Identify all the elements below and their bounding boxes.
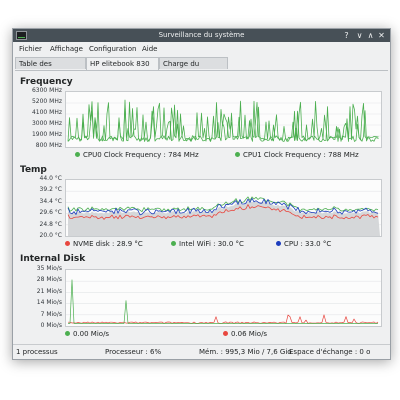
temp-legend-wifi: Intel WiFi : 30.0 °C [171, 240, 244, 248]
disk-ytick: 21 Mio/s [36, 288, 62, 295]
legend-label: CPU : 33.0 °C [284, 240, 332, 248]
frequency-ytick: 4100 MHz [31, 109, 62, 116]
disk-read-trace [68, 279, 378, 324]
close-button[interactable]: ✕ [376, 30, 387, 41]
frequency-ytick: 3000 MHz [31, 120, 62, 127]
legend-dot [276, 241, 281, 246]
menu-bar: Fichier Affichage Configuration Aide [13, 43, 390, 56]
temp-ytick: 34.4 °C [39, 198, 62, 205]
disk-plot [65, 269, 382, 327]
maximize-button[interactable]: ∧ [365, 30, 376, 41]
legend-dot [171, 241, 176, 246]
disk-ytick: 28 Mio/s [36, 276, 62, 283]
temp-legend-nvme: NVME disk : 28.9 °C [65, 240, 143, 248]
menu-configuration[interactable]: Configuration [89, 45, 136, 53]
disk-ytick: 7 Mio/s [40, 311, 62, 318]
temp-area-fill [68, 201, 380, 236]
plot-canvas [66, 279, 381, 324]
frequency-legend-cpu1: CPU1 Clock Frequency : 788 MHz [235, 151, 359, 159]
legend-dot [65, 241, 70, 246]
minimize-button[interactable]: ∨ [354, 30, 365, 41]
title-bar[interactable]: Surveillance du système ? ∨ ∧ ✕ [13, 29, 390, 42]
temp-ytick: 20.0 °C [39, 232, 62, 239]
legend-dot [223, 331, 228, 336]
help-button[interactable]: ? [341, 30, 352, 41]
frequency-ytick: 6300 MHz [31, 87, 62, 94]
frequency-legend-cpu0: CPU0 Clock Frequency : 784 MHz [75, 151, 199, 159]
legend-label: 0.06 Mio/s [231, 330, 268, 338]
temp-ytick: 44.0 °C [39, 175, 62, 182]
temp-ytick: 24.8 °C [39, 221, 62, 228]
frequency-plot [65, 91, 382, 148]
legend-label: CPU1 Clock Frequency : 788 MHz [243, 151, 359, 159]
legend-label: NVME disk : 28.9 °C [73, 240, 143, 248]
temp-plot [65, 179, 382, 237]
disk-ytick: 0 Mio/s [40, 322, 62, 329]
legend-dot [235, 152, 240, 157]
plot-canvas [66, 190, 381, 236]
legend-label: Intel WiFi : 30.0 °C [179, 240, 244, 248]
tab-process-table[interactable]: Table des processus [15, 57, 86, 80]
tab-system-load[interactable]: Charge du système [159, 57, 228, 80]
cpu1-frequency-trace [67, 100, 379, 142]
disk-legend-read: 0.00 Mio/s [65, 330, 109, 338]
temp-title: Temp [20, 165, 47, 175]
system-monitor-window: Surveillance du système ? ∨ ∧ ✕ Fichier … [12, 28, 391, 360]
status-swap: Espace d'échange : 0 o [289, 348, 371, 356]
status-cpu: Processeur : 6% [105, 348, 162, 356]
tab-hp-elitebook[interactable]: HP elitebook 830 G6 [86, 57, 159, 80]
temp-legend-cpu: CPU : 33.0 °C [276, 240, 331, 248]
status-memory: Mém. : 995,3 Mio / 7,6 Gio [199, 348, 292, 356]
frequency-title: Frequency [20, 77, 73, 87]
disk-write-trace [68, 314, 379, 324]
legend-dot [75, 152, 80, 157]
status-processes: 1 processus [16, 348, 58, 356]
disk-legend-write: 0.06 Mio/s [223, 330, 267, 338]
status-bar: 1 processus Processeur : 6% Mém. : 995,3… [13, 344, 390, 359]
plot-canvas [66, 99, 381, 142]
window-title: Surveillance du système [158, 31, 245, 39]
disk-ytick: 35 Mio/s [36, 265, 62, 272]
frequency-ytick: 5200 MHz [31, 98, 62, 105]
menu-fichier[interactable]: Fichier [19, 45, 42, 53]
disk-ytick: 14 Mio/s [36, 299, 62, 306]
temp-ytick: 29.6 °C [39, 209, 62, 216]
disk-title: Internal Disk [20, 254, 86, 264]
frequency-ytick: 800 MHz [35, 142, 62, 149]
legend-label: CPU0 Clock Frequency : 784 MHz [83, 151, 199, 159]
menu-aide[interactable]: Aide [142, 45, 157, 53]
legend-dot [65, 331, 70, 336]
menu-affichage[interactable]: Affichage [50, 45, 83, 53]
sensors-panel: Frequency 6300 MHz 5200 MHz 4100 MHz 300… [15, 70, 388, 347]
tab-bar: Table des processus HP elitebook 830 G6 … [15, 57, 388, 80]
frequency-ytick: 1900 MHz [31, 131, 62, 138]
temp-ytick: 39.2 °C [39, 186, 62, 193]
legend-label: 0.00 Mio/s [73, 330, 110, 338]
